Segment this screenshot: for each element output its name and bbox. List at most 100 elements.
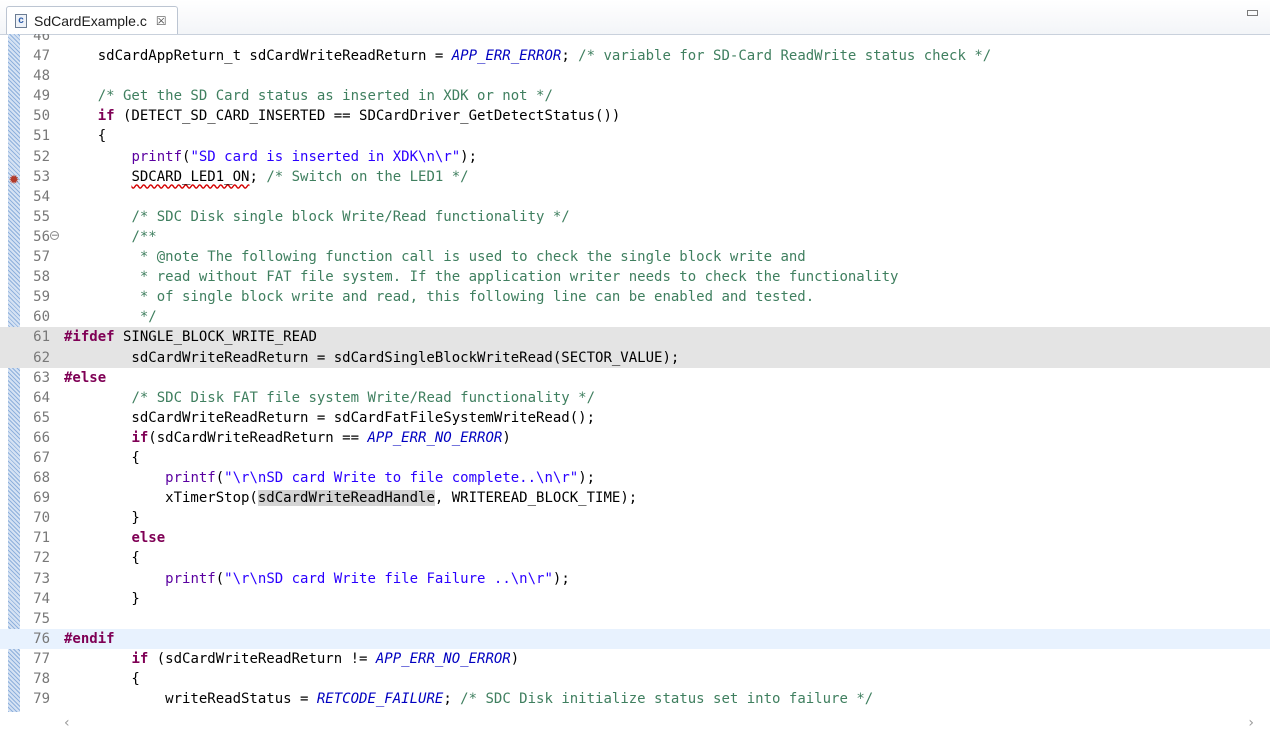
code-line[interactable]: 54: [0, 187, 1270, 207]
code-line[interactable]: 50 if (DETECT_SD_CARD_INSERTED == SDCard…: [0, 106, 1270, 126]
code-line[interactable]: 57 * @note The following function call i…: [0, 247, 1270, 267]
code-text[interactable]: xTimerStop(sdCardWriteReadHandle, WRITER…: [64, 488, 637, 508]
code-text[interactable]: if (DETECT_SD_CARD_INSERTED == SDCardDri…: [64, 106, 621, 126]
code-line[interactable]: 65 sdCardWriteReadReturn = sdCardFatFile…: [0, 408, 1270, 428]
code-text[interactable]: if (sdCardWriteReadReturn != APP_ERR_NO_…: [64, 649, 519, 669]
line-number: 46: [33, 34, 50, 44]
line-number: 72: [33, 550, 50, 567]
line-number: 57: [33, 249, 50, 266]
line-number: 76: [33, 630, 50, 647]
code-line[interactable]: 77 if (sdCardWriteReadReturn != APP_ERR_…: [0, 649, 1270, 669]
tab-title: SdCardExample.c: [34, 12, 147, 29]
close-icon[interactable]: ☒: [156, 14, 167, 28]
code-line[interactable]: 56− /**: [0, 227, 1270, 247]
code-text[interactable]: {: [64, 548, 139, 568]
code-line[interactable]: 69 xTimerStop(sdCardWriteReadHandle, WRI…: [0, 488, 1270, 508]
code-line[interactable]: 71 else: [0, 528, 1270, 548]
code-text[interactable]: /* SDC Disk single block Write/Read func…: [64, 207, 569, 227]
code-text[interactable]: */: [64, 307, 157, 327]
chevron-left-icon[interactable]: ‹: [64, 715, 70, 731]
code-line[interactable]: 62 sdCardWriteReadReturn = sdCardSingleB…: [0, 347, 1270, 368]
code-line[interactable]: 48: [0, 66, 1270, 86]
line-number: 47: [33, 48, 50, 65]
code-text[interactable]: }: [64, 589, 139, 609]
line-number: 79: [33, 691, 50, 708]
code-text[interactable]: printf("\r\nSD card Write to file comple…: [64, 468, 595, 488]
code-line[interactable]: 59 * of single block write and read, thi…: [0, 287, 1270, 307]
code-text[interactable]: /* SDC Disk FAT file system Write/Read f…: [64, 388, 595, 408]
code-line[interactable]: 78 {: [0, 669, 1270, 689]
code-line[interactable]: 79 writeReadStatus = RETCODE_FAILURE; /*…: [0, 689, 1270, 709]
code-line[interactable]: 74 }: [0, 589, 1270, 609]
code-text[interactable]: {: [64, 448, 139, 468]
line-number: 55: [33, 208, 50, 225]
line-number: 78: [33, 671, 50, 687]
code-text[interactable]: }: [64, 508, 139, 528]
code-text[interactable]: sdCardWriteReadReturn = sdCardFatFileSys…: [64, 408, 595, 428]
code-text[interactable]: sdCardAppReturn_t sdCardWriteReadReturn …: [64, 46, 991, 66]
code-editor[interactable]: 46 47 sdCardAppReturn_t sdCardWriteReadRe…: [0, 34, 1270, 712]
bug-error-icon[interactable]: ✹: [7, 174, 21, 188]
c-file-icon: c: [15, 13, 27, 28]
code-text[interactable]: printf("SD card is inserted in XDK\n\r")…: [64, 147, 477, 167]
code-line[interactable]: 68 printf("\r\nSD card Write to file com…: [0, 468, 1270, 488]
code-text[interactable]: SDCARD_LED1_ON; /* Switch on the LED1 */: [64, 167, 468, 187]
code-line[interactable]: 53 SDCARD_LED1_ON; /* Switch on the LED1…: [0, 167, 1270, 187]
code-line[interactable]: 70 }: [0, 508, 1270, 528]
code-text[interactable]: printf("\r\nSD card Write file Failure .…: [64, 569, 570, 589]
line-number: 56: [33, 228, 50, 245]
code-text[interactable]: * of single block write and read, this f…: [64, 287, 814, 307]
line-number: 73: [33, 570, 50, 587]
code-text[interactable]: {: [64, 669, 139, 689]
code-line[interactable]: 67 {: [0, 448, 1270, 468]
line-number: 48: [33, 68, 50, 85]
line-number: 61: [33, 329, 50, 346]
code-text[interactable]: /* Get the SD Card status as inserted in…: [64, 86, 553, 106]
code-line[interactable]: 64 /* SDC Disk FAT file system Write/Rea…: [0, 388, 1270, 408]
code-text[interactable]: {: [64, 126, 106, 146]
line-number: 71: [33, 530, 50, 547]
code-text[interactable]: * @note The following function call is u…: [64, 247, 806, 267]
horizontal-scrollbar[interactable]: ‹ ›: [0, 712, 1270, 734]
tab-sdcardexample[interactable]: c SdCardExample.c ☒: [6, 6, 178, 34]
code-line[interactable]: 60 */: [0, 307, 1270, 327]
chevron-right-icon[interactable]: ›: [1248, 715, 1254, 731]
code-line[interactable]: 76 #endif: [0, 628, 1270, 649]
code-text[interactable]: writeReadStatus = RETCODE_FAILURE; /* SD…: [64, 689, 873, 709]
code-text[interactable]: else: [64, 528, 165, 548]
code-line[interactable]: 51 {: [0, 126, 1270, 146]
line-number: 67: [33, 449, 50, 466]
line-number: 52: [33, 148, 50, 165]
code-line[interactable]: 55 /* SDC Disk single block Write/Read f…: [0, 207, 1270, 227]
code-line[interactable]: 46: [0, 34, 1270, 46]
code-text[interactable]: if(sdCardWriteReadReturn == APP_ERR_NO_E…: [64, 428, 510, 448]
code-text[interactable]: #else: [64, 368, 106, 388]
minimize-icon[interactable]: [1247, 10, 1258, 16]
code-text[interactable]: sdCardWriteReadReturn = sdCardSingleBloc…: [64, 348, 679, 368]
line-number: 54: [33, 188, 50, 205]
code-line[interactable]: 63 #else: [0, 368, 1270, 388]
code-line[interactable]: 61 #ifdef SINGLE_BLOCK_WRITE_READ: [0, 327, 1270, 348]
line-number: 51: [33, 128, 50, 145]
code-line[interactable]: 72 {: [0, 548, 1270, 568]
code-line[interactable]: 47 sdCardAppReturn_t sdCardWriteReadRetu…: [0, 46, 1270, 66]
code-line[interactable]: 58 * read without FAT file system. If th…: [0, 267, 1270, 287]
code-line[interactable]: 49 /* Get the SD Card status as inserted…: [0, 86, 1270, 106]
editor-tab-bar: c SdCardExample.c ☒: [0, 0, 1270, 35]
line-number: 49: [33, 88, 50, 105]
line-number: 70: [33, 510, 50, 527]
line-number: 65: [33, 409, 50, 426]
code-text[interactable]: /**: [64, 227, 156, 247]
code-text[interactable]: * read without FAT file system. If the a…: [64, 267, 899, 287]
code-text[interactable]: #ifdef SINGLE_BLOCK_WRITE_READ: [64, 327, 317, 347]
code-line[interactable]: 73 printf("\r\nSD card Write file Failur…: [0, 569, 1270, 589]
code-line[interactable]: 66 if(sdCardWriteReadReturn == APP_ERR_N…: [0, 428, 1270, 448]
code-area[interactable]: 46 47 sdCardAppReturn_t sdCardWriteReadRe…: [0, 34, 1270, 709]
code-line[interactable]: 52 printf("SD card is inserted in XDK\n\…: [0, 147, 1270, 167]
line-number: 60: [33, 309, 50, 326]
collapse-icon[interactable]: −: [50, 230, 59, 240]
code-line[interactable]: 75: [0, 609, 1270, 629]
line-number: 74: [33, 590, 50, 607]
code-text[interactable]: #endif: [64, 629, 115, 649]
line-number: 50: [33, 108, 50, 125]
